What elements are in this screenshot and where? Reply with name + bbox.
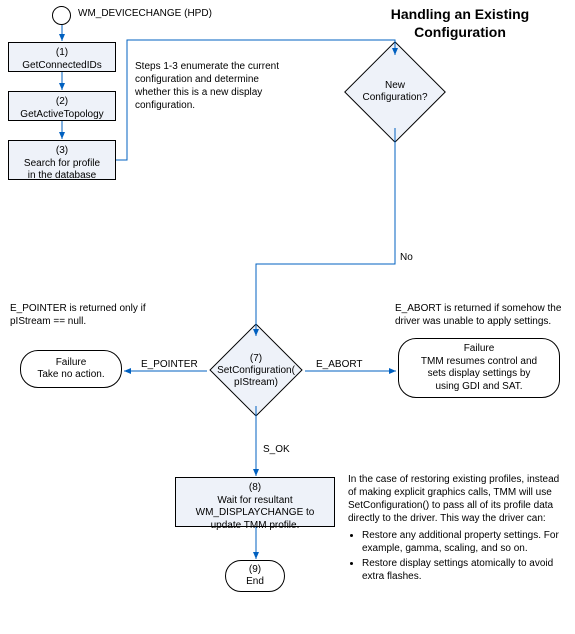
step-1-getconnectedids: (1) GetConnectedIDs (8, 42, 116, 72)
start-event-icon (52, 6, 71, 25)
terminal-failure-no-action: Failure Take no action. (20, 350, 122, 388)
step-label: Search for profile in the database (11, 158, 113, 183)
decision-label: New Configuration? (338, 56, 452, 128)
step-label: GetActiveTopology (11, 109, 113, 122)
diagram-title: Handling an Existing Configuration (355, 6, 565, 41)
step-7-setconfiguration: (7)SetConfiguration( pIStream) (208, 337, 304, 405)
start-event-label: WM_DEVICECHANGE (HPD) (78, 8, 212, 19)
annotation-bullet: Restore display settings atomically to a… (362, 557, 568, 583)
step-label: GetConnectedIDs (11, 60, 113, 73)
step-number: (1) (11, 47, 113, 60)
step-number: (3) (11, 145, 113, 158)
step-label: (7)SetConfiguration( pIStream) (208, 337, 304, 405)
annotation-steps-1-3: Steps 1-3 enumerate the current configur… (135, 60, 285, 112)
annotation-bullet: Restore any additional property settings… (362, 529, 568, 555)
edge-label-no: No (400, 252, 413, 263)
edge-label-eabort: E_ABORT (316, 359, 363, 370)
step-2-getactivetopology: (2) GetActiveTopology (8, 91, 116, 121)
terminal-failure-tmm-resumes: Failure TMM resumes control and sets dis… (398, 338, 560, 398)
annotation-restore-profiles: In the case of restoring existing profil… (348, 473, 568, 585)
decision-new-configuration: New Configuration? (338, 56, 452, 128)
step-label: Wait for resultant WM_DISPLAYCHANGE to u… (178, 495, 332, 533)
step-3-search-profile: (3) Search for profile in the database (8, 140, 116, 180)
step-label: End (246, 576, 264, 589)
step-9-end: (9) End (225, 560, 285, 592)
step-number: (2) (11, 96, 113, 109)
step-number: (8) (178, 482, 332, 495)
step-8-wait-displaychange: (8) Wait for resultant WM_DISPLAYCHANGE … (175, 477, 335, 527)
step-number: (9) (249, 564, 261, 577)
edge-label-epointer: E_POINTER (141, 359, 198, 370)
annotation-text: In the case of restoring existing profil… (348, 473, 568, 525)
annotation-eabort: E_ABORT is returned if somehow the drive… (395, 302, 570, 328)
annotation-epointer: E_POINTER is returned only if pIStream =… (10, 302, 170, 328)
edge-label-sok: S_OK (263, 444, 290, 455)
